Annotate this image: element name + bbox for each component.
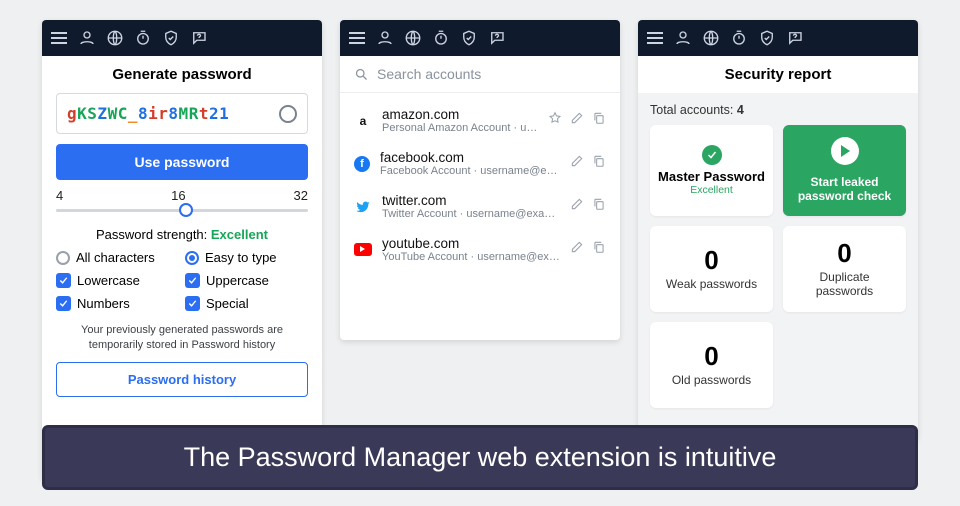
account-row[interactable]: twitter.comTwitter Account · username@ex…	[344, 185, 616, 228]
password-history-button[interactable]: Password history	[56, 362, 308, 397]
play-icon	[831, 137, 859, 165]
copy-icon[interactable]	[592, 197, 606, 216]
help-icon[interactable]	[488, 29, 506, 47]
search-icon	[354, 67, 369, 82]
card-old-passwords[interactable]: 0 Old passwords	[650, 322, 773, 408]
edit-icon[interactable]	[570, 111, 584, 130]
page-title: Security report	[638, 56, 918, 93]
opt-lowercase[interactable]: Lowercase	[56, 273, 179, 288]
card-leaked-check[interactable]: Start leaked password check	[783, 125, 906, 216]
topbar	[42, 20, 322, 56]
edit-icon[interactable]	[570, 240, 584, 259]
account-site: twitter.com	[382, 193, 560, 208]
accounts-list: a amazon.comPersonal Amazon Account · us……	[340, 93, 620, 277]
help-icon[interactable]	[190, 29, 208, 47]
length-slider[interactable]	[56, 201, 308, 219]
refresh-icon[interactable]	[279, 105, 297, 123]
strength-label: Password strength: Excellent	[56, 227, 308, 242]
account-row[interactable]: a amazon.comPersonal Amazon Account · us…	[344, 99, 616, 142]
user-icon[interactable]	[674, 29, 692, 47]
edit-icon[interactable]	[570, 154, 584, 173]
globe-icon[interactable]	[106, 29, 124, 47]
panel-generate-password: Generate password gKSZWC_8ir8MRt21 Use p…	[42, 20, 322, 480]
panel-accounts: Search accounts a amazon.comPersonal Amaz…	[340, 20, 620, 340]
shield-icon[interactable]	[758, 29, 776, 47]
menu-icon[interactable]	[646, 29, 664, 47]
help-icon[interactable]	[786, 29, 804, 47]
shield-icon[interactable]	[460, 29, 478, 47]
account-subtitle: Personal Amazon Account · us…	[382, 122, 538, 134]
caption-banner: The Password Manager web extension is in…	[42, 425, 918, 490]
opt-uppercase[interactable]: Uppercase	[185, 273, 308, 288]
opt-numbers[interactable]: Numbers	[56, 296, 179, 311]
site-logo-icon: f	[354, 156, 370, 172]
search-placeholder: Search accounts	[377, 66, 481, 82]
total-accounts: Total accounts: 4	[650, 103, 906, 117]
opt-special[interactable]: Special	[185, 296, 308, 311]
menu-icon[interactable]	[50, 29, 68, 47]
site-logo-icon	[354, 198, 372, 216]
account-subtitle: Twitter Account · username@exampl…	[382, 208, 560, 220]
generated-password-box: gKSZWC_8ir8MRt21	[56, 93, 308, 134]
user-icon[interactable]	[78, 29, 96, 47]
account-row[interactable]: youtube.comYouTube Account · username@ex…	[344, 228, 616, 271]
card-duplicate-passwords[interactable]: 0 Duplicate passwords	[783, 226, 906, 312]
account-site: youtube.com	[382, 236, 560, 251]
history-hint: Your previously generated passwords are …	[56, 323, 308, 353]
card-weak-passwords[interactable]: 0 Weak passwords	[650, 226, 773, 312]
timer-icon[interactable]	[730, 29, 748, 47]
user-icon[interactable]	[376, 29, 394, 47]
timer-icon[interactable]	[134, 29, 152, 47]
account-site: facebook.com	[380, 150, 560, 165]
edit-icon[interactable]	[570, 197, 584, 216]
site-logo-icon	[354, 243, 372, 256]
account-subtitle: YouTube Account · username@exam…	[382, 251, 560, 263]
account-row[interactable]: f facebook.comFacebook Account · username…	[344, 142, 616, 185]
copy-icon[interactable]	[592, 240, 606, 259]
check-icon	[702, 145, 722, 165]
copy-icon[interactable]	[592, 111, 606, 130]
menu-icon[interactable]	[348, 29, 366, 47]
copy-icon[interactable]	[592, 154, 606, 173]
page-title: Generate password	[56, 66, 308, 83]
panel-security-report: Security report Total accounts: 4 Master…	[638, 20, 918, 440]
generated-password: gKSZWC_8ir8MRt21	[67, 104, 229, 123]
card-master-password[interactable]: Master Password Excellent	[650, 125, 773, 216]
account-site: amazon.com	[382, 107, 538, 122]
search-input[interactable]: Search accounts	[340, 56, 620, 93]
topbar	[638, 20, 918, 56]
site-logo-icon: a	[354, 112, 372, 130]
globe-icon[interactable]	[404, 29, 422, 47]
timer-icon[interactable]	[432, 29, 450, 47]
account-subtitle: Facebook Account · username@exa…	[380, 165, 560, 177]
globe-icon[interactable]	[702, 29, 720, 47]
opt-all-characters[interactable]: All characters	[56, 250, 179, 265]
shield-icon[interactable]	[162, 29, 180, 47]
topbar	[340, 20, 620, 56]
star-icon[interactable]	[548, 111, 562, 130]
use-password-button[interactable]: Use password	[56, 144, 308, 180]
opt-easy-to-type[interactable]: Easy to type	[185, 250, 308, 265]
